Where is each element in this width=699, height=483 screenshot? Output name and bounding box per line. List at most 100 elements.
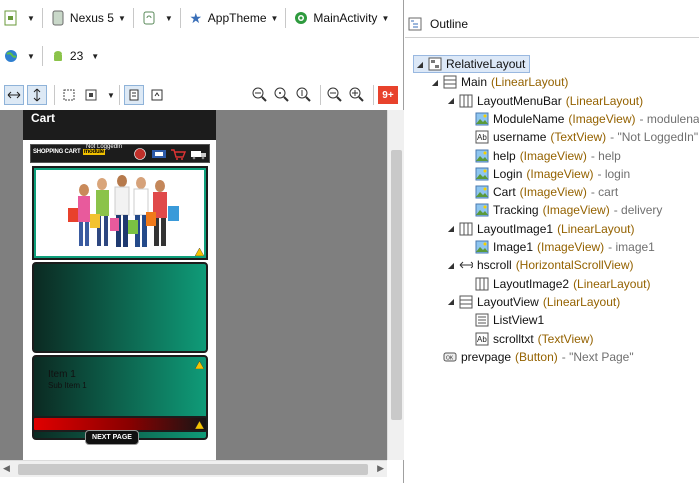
image-view-icon: [475, 185, 489, 199]
zoom-100-icon[interactable]: [294, 85, 314, 105]
outline-node[interactable]: ◢ RelativeLayout: [413, 55, 531, 73]
expand-toggle-icon[interactable]: ◢: [445, 96, 457, 105]
expand-toggle-icon[interactable]: ◢: [445, 261, 457, 270]
delivery-icon[interactable]: [190, 148, 208, 160]
expand-toggle-icon[interactable]: ◢: [414, 60, 426, 69]
outline-node-type: (LinearLayout): [565, 93, 644, 108]
theme-selector[interactable]: ★ AppTheme ▼: [185, 7, 282, 29]
outline-node-desc: - login: [597, 166, 631, 181]
outline-node[interactable]: Tracking (ImageView) - delivery: [461, 201, 662, 219]
horizontal-scroll-thumb[interactable]: [18, 464, 368, 475]
outline-node-name: LayoutMenuBar: [477, 93, 562, 108]
cart-icon[interactable]: [170, 148, 186, 160]
outline-node[interactable]: ListView1: [461, 311, 544, 329]
chevron-down-icon: ▼: [91, 51, 100, 61]
outline-node[interactable]: Login (ImageView) - login: [461, 165, 630, 183]
outline-node-desc: - image1: [608, 240, 655, 254]
zoom-out-icon[interactable]: [325, 85, 345, 105]
vertical-scrollbar[interactable]: [387, 110, 404, 460]
outline-node[interactable]: LayoutImage2 (LinearLayout): [461, 275, 650, 293]
toolbar-separator: [54, 85, 55, 105]
outline-node-type: (ImageView): [537, 240, 605, 254]
outline-node[interactable]: Ab username (TextView) - "Not LoggedIn": [461, 128, 698, 146]
outline-node[interactable]: Ab scrolltxt (TextView): [461, 330, 593, 348]
image-view-icon: [475, 112, 489, 126]
zoom-toolbar: ▼ 9+: [0, 81, 404, 109]
expand-horizontal-icon[interactable]: [4, 85, 24, 105]
locale-selector[interactable]: ▼: [0, 45, 38, 67]
api-level-selector[interactable]: 23 ▼: [47, 45, 102, 67]
document-icon: [3, 10, 19, 26]
login-icon[interactable]: [151, 148, 167, 160]
chevron-down-icon: ▼: [270, 13, 279, 23]
outline-node[interactable]: help (ImageView) - help: [461, 147, 621, 165]
outline-node[interactable]: Cart (ImageView) - cart: [461, 183, 618, 201]
outline-node-name: username: [493, 130, 547, 145]
layout-file-selector[interactable]: ▼: [0, 7, 38, 29]
outline-node-type: (TextView): [537, 331, 594, 346]
list-item-title[interactable]: Item 1: [48, 369, 76, 380]
hscroll-panel[interactable]: [32, 262, 208, 353]
toolbar-separator: [41, 46, 43, 66]
outline-node[interactable]: OK prevpage (Button) - "Next Page": [429, 348, 634, 366]
fit-icon[interactable]: [81, 85, 101, 105]
outline-node[interactable]: ◢ LayoutView (LinearLayout): [445, 293, 620, 311]
activity-selector[interactable]: MainActivity ▼: [290, 7, 392, 29]
scroll-left-icon[interactable]: ◀: [3, 463, 10, 474]
toolbar-separator: [373, 85, 374, 105]
orientation-selector[interactable]: ▼: [138, 7, 176, 29]
chevron-down-icon: ▼: [164, 13, 173, 23]
outline-node[interactable]: ◢ Main (LinearLayout): [429, 73, 568, 91]
outline-header: Outline: [405, 13, 699, 35]
scroll-right-icon[interactable]: ▶: [377, 463, 384, 474]
toolbar-separator: [179, 8, 181, 28]
expand-toggle-icon[interactable]: ◢: [445, 224, 457, 233]
toolbar-separator: [320, 85, 321, 105]
svg-text:Ab: Ab: [477, 335, 487, 344]
expand-toggle-icon[interactable]: ◢: [445, 297, 457, 306]
margins-icon[interactable]: [59, 85, 79, 105]
outline-node-type: (ImageView): [519, 185, 587, 200]
outline-node-name: ListView1: [493, 313, 545, 328]
zoom-actual-icon[interactable]: [272, 85, 292, 105]
outline-node[interactable]: ◢ LayoutMenuBar (LinearLayout): [445, 92, 643, 110]
layout-mode-icon[interactable]: [123, 85, 144, 105]
shoppers-image[interactable]: [34, 168, 206, 258]
outline-node-name: RelativeLayout: [446, 57, 526, 71]
action-bar-title: Cart: [31, 111, 56, 125]
outline-node[interactable]: ◢ LayoutImage1 (LinearLayout): [445, 220, 635, 238]
outline-node-name: Main: [461, 75, 488, 90]
outline-node[interactable]: ModuleName(ImageView)- modulename: [461, 110, 699, 128]
outline-node-desc: - modulename: [639, 111, 699, 126]
outline-node[interactable]: ◢ hscroll (HorizontalScrollView): [445, 256, 634, 274]
theme-label: AppTheme: [207, 11, 267, 25]
expand-vertical-icon[interactable]: [27, 85, 47, 105]
expand-toggle-icon[interactable]: ◢: [429, 78, 441, 87]
outline-node-name: Login: [493, 166, 523, 181]
issues-badge[interactable]: 9+: [378, 86, 398, 104]
zoom-fit-icon[interactable]: [250, 85, 270, 105]
locale-toolbar: ▼ 23 ▼: [0, 42, 102, 70]
text-view-icon: Ab: [475, 130, 489, 144]
next-page-button[interactable]: NEXT PAGE: [85, 430, 139, 445]
outline-node-desc: - help: [590, 148, 621, 163]
device-preview[interactable]: Cart SHOPPING CART module Not LoggedIn I…: [23, 110, 216, 460]
chevron-down-icon[interactable]: ▼: [107, 91, 115, 100]
vertical-scroll-thumb[interactable]: [391, 150, 402, 420]
refresh-icon[interactable]: [147, 85, 167, 105]
outline-node[interactable]: Image1 (ImageView) - image1: [461, 238, 655, 256]
help-icon[interactable]: [133, 148, 147, 160]
design-canvas[interactable]: Cart SHOPPING CART module Not LoggedIn I…: [0, 110, 387, 460]
linear-layout-vertical-icon: [459, 295, 473, 309]
layout-menu-bar[interactable]: SHOPPING CART module Not LoggedIn: [30, 144, 210, 163]
horizontal-scrollbar[interactable]: ◀ ▶: [0, 460, 387, 477]
device-selector[interactable]: Nexus 5 ▼: [47, 7, 129, 29]
zoom-in-icon[interactable]: [347, 85, 367, 105]
outline-node-desc: - delivery: [613, 203, 663, 218]
linear-layout-horizontal-icon: [459, 94, 473, 108]
list-view-icon: [475, 313, 489, 327]
layout-image1[interactable]: [32, 166, 208, 260]
outline-node-name: LayoutImage2: [493, 276, 570, 291]
issues-badge-count: 9+: [382, 89, 394, 101]
warning-icon: [195, 421, 204, 429]
